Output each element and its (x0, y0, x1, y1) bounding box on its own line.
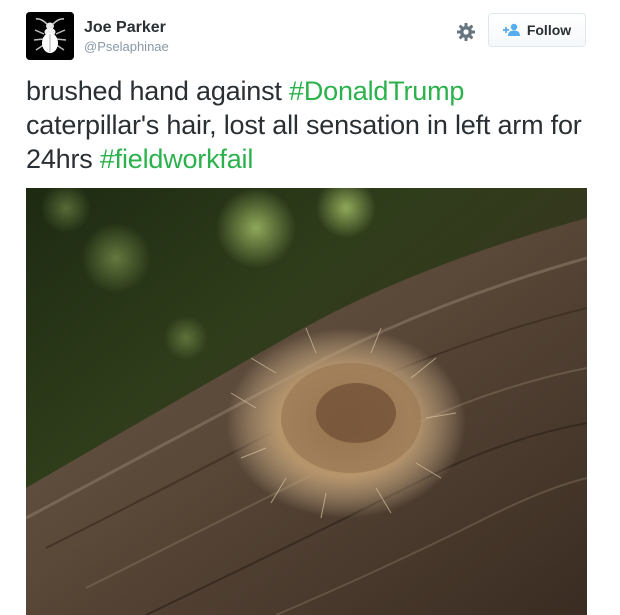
tweet-photo[interactable] (26, 188, 587, 615)
caterpillar-photo (26, 188, 587, 615)
tweet-header: Joe Parker @Pselaphinae Follow (26, 12, 588, 64)
follow-button[interactable]: Follow (488, 13, 586, 47)
add-user-icon (502, 23, 521, 37)
user-handle[interactable]: @Pselaphinae (84, 38, 169, 56)
hashtag-link[interactable]: #DonaldTrump (289, 76, 464, 106)
avatar[interactable] (26, 12, 74, 60)
tweet-text-part: brushed hand against (26, 76, 290, 106)
tweet-text: brushed hand against #DonaldTrump caterp… (26, 74, 586, 176)
display-name[interactable]: Joe Parker (84, 18, 169, 38)
beetle-icon (26, 12, 74, 60)
gear-icon[interactable] (456, 22, 476, 42)
user-names: Joe Parker @Pselaphinae (84, 18, 169, 56)
follow-label: Follow (526, 22, 572, 38)
hashtag-link[interactable]: #fieldworkfail (100, 144, 253, 174)
